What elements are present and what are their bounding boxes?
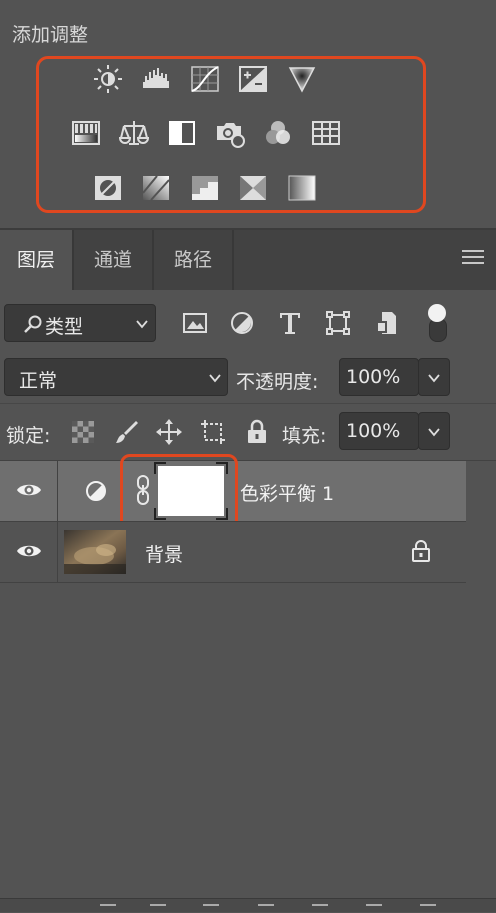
threshold-icon[interactable] <box>189 172 221 204</box>
search-icon <box>24 315 42 333</box>
trash-icon[interactable] <box>420 904 436 913</box>
blend-mode-dropdown[interactable]: 正常 <box>4 358 228 396</box>
filter-kind-label: 类型 <box>45 316 84 338</box>
eye-icon <box>17 484 41 496</box>
black-white-icon[interactable] <box>166 117 198 149</box>
fill-input[interactable]: 100% <box>339 412 419 450</box>
adjustment-layer-icon <box>86 481 106 501</box>
opacity-dropdown-button[interactable] <box>418 358 450 396</box>
lock-transparent-pixels-icon[interactable] <box>70 419 96 445</box>
opacity-label: 不透明度: <box>236 371 319 393</box>
adjustments-title: 添加调整 <box>12 24 89 46</box>
scroll-gutter <box>466 461 496 583</box>
filter-toggle-switch[interactable] <box>426 304 448 342</box>
lock-all-icon[interactable] <box>244 419 270 445</box>
type-filter-icon[interactable] <box>277 310 303 336</box>
new-group-icon[interactable] <box>312 904 328 913</box>
blend-mode-value: 正常 <box>19 370 58 392</box>
shape-filter-icon[interactable] <box>325 310 351 336</box>
tab-paths[interactable]: 路径 <box>154 230 232 290</box>
posterize-icon[interactable] <box>140 172 172 204</box>
lock-image-pixels-icon[interactable] <box>114 419 140 445</box>
chevron-down-icon <box>428 428 440 437</box>
image-filter-icon[interactable] <box>182 310 208 336</box>
fill-value: 100% <box>346 420 401 442</box>
selective-color-icon[interactable] <box>237 172 269 204</box>
fill-label: 填充: <box>282 425 327 447</box>
new-adjustment-icon[interactable] <box>258 904 274 913</box>
link-layers-icon[interactable] <box>100 904 116 913</box>
layer-name[interactable]: 背景 <box>145 540 183 567</box>
divider <box>0 403 496 404</box>
gradient-map-icon[interactable] <box>286 172 318 204</box>
photo-filter-icon[interactable] <box>214 117 246 149</box>
adjustment-filter-icon[interactable] <box>229 310 255 336</box>
chevron-down-icon <box>428 374 440 383</box>
invert-icon[interactable] <box>92 172 124 204</box>
background-image <box>64 530 126 574</box>
eye-icon <box>17 545 41 557</box>
visibility-toggle[interactable] <box>0 461 58 521</box>
fx-icon[interactable] <box>150 904 166 913</box>
tab-layers[interactable]: 图层 <box>0 230 72 290</box>
color-balance-icon[interactable] <box>118 117 150 149</box>
layer-name[interactable]: 色彩平衡 1 <box>240 479 334 506</box>
brightness-contrast-icon[interactable] <box>92 63 124 95</box>
lock-label: 锁定: <box>6 425 51 447</box>
tab-channels[interactable]: 通道 <box>74 230 152 290</box>
add-mask-icon[interactable] <box>203 904 219 913</box>
background-thumbnail[interactable] <box>64 530 126 574</box>
filter-kind-dropdown[interactable]: 类型 <box>4 304 156 342</box>
lock-icon <box>412 540 430 562</box>
lock-position-icon[interactable] <box>156 419 182 445</box>
chevron-down-icon <box>209 374 221 383</box>
visibility-toggle[interactable] <box>0 522 58 582</box>
lock-artboard-icon[interactable] <box>200 419 226 445</box>
curves-icon[interactable] <box>189 63 221 95</box>
layers-tab-bar: 图层 通道 路径 <box>0 230 496 290</box>
gradient-map-triangle-icon[interactable] <box>286 63 318 95</box>
mask-highlight-box <box>120 454 238 531</box>
color-lookup-icon[interactable] <box>310 117 342 149</box>
fill-dropdown-button[interactable] <box>418 412 450 450</box>
panel-menu-icon[interactable] <box>462 250 484 268</box>
opacity-value: 100% <box>346 366 401 388</box>
levels-icon[interactable] <box>140 63 172 95</box>
divider <box>0 582 466 583</box>
opacity-input[interactable]: 100% <box>339 358 419 396</box>
new-layer-icon[interactable] <box>366 904 382 913</box>
vibrance-icon[interactable] <box>70 117 102 149</box>
smart-object-filter-icon[interactable] <box>374 310 400 336</box>
chevron-down-icon <box>136 320 148 329</box>
exposure-icon[interactable] <box>237 63 269 95</box>
channel-mixer-icon[interactable] <box>262 117 294 149</box>
tab-divider <box>232 230 234 290</box>
